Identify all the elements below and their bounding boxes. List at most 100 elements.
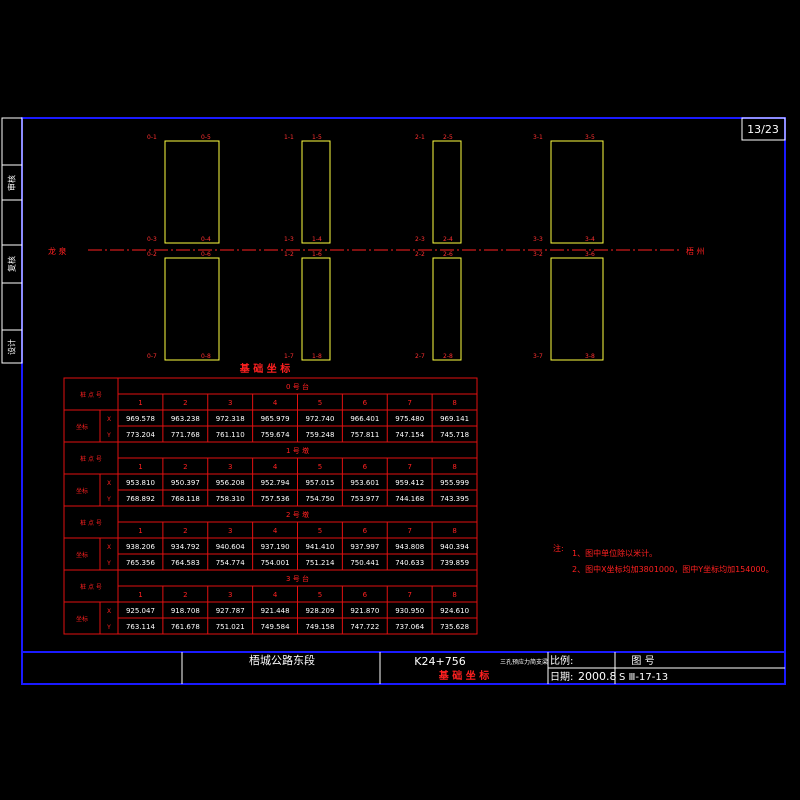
y-value: 739.859 [440, 559, 469, 567]
column-number: 4 [273, 591, 278, 599]
corner-label: 2-1 [415, 134, 425, 141]
title-block: 梧城公路东段 K24+756 三孔预应力简支梁 基 础 坐 标 比例: 日期: … [22, 651, 785, 684]
y-value: 773.204 [126, 431, 155, 439]
note-1: 1、图中单位除以米计。 [572, 548, 657, 558]
column-number: 8 [452, 527, 456, 535]
foundation-2: 2-1 2-5 2-3 2-4 2-2 2-6 2-7 2-8 [415, 134, 462, 361]
page-number: 13/23 [747, 123, 779, 136]
notes-label: 注: [553, 543, 564, 553]
corner-label: 3-3 [533, 236, 543, 243]
y-value: 758.310 [216, 495, 245, 503]
section-name: 3 号 台 [286, 574, 309, 583]
y-value: 740.633 [395, 559, 424, 567]
foundation-lower-block [550, 257, 604, 361]
column-number: 7 [407, 591, 411, 599]
axis-y-label: Y [106, 624, 111, 631]
x-value: 969.578 [126, 415, 155, 423]
corner-label: 1-6 [312, 251, 322, 258]
foundation-upper-block [432, 140, 462, 244]
x-value: 934.792 [171, 543, 200, 551]
x-value: 928.209 [305, 607, 334, 615]
x-value: 943.808 [395, 543, 424, 551]
x-value: 924.610 [440, 607, 469, 615]
y-value: 753.977 [350, 495, 379, 503]
foundation-upper-block [550, 140, 604, 244]
foundation-lower-block [432, 257, 462, 361]
x-value: 941.410 [305, 543, 334, 551]
y-value: 754.774 [216, 559, 245, 567]
column-number: 3 [228, 527, 232, 535]
x-value: 952.794 [261, 479, 290, 487]
side-label-check: 复核 [7, 256, 17, 272]
column-number: 3 [228, 463, 232, 471]
section-name: 2 号 墩 [286, 510, 309, 519]
column-number: 2 [183, 591, 187, 599]
scale-label: 比例: [550, 654, 573, 667]
binding-strip [1, 117, 23, 364]
table-section: 桩 点 号坐标 X Y 0 号 台 1 969.578 773.204 2 963.238 771… [64, 378, 477, 443]
x-value: 921.870 [350, 607, 379, 615]
station: K24+756 [414, 655, 465, 668]
drawing-sheet: 审核 复核 设计 13/23 龙 泉 梧 州 0-1 0-50-3 0-40-2 0-… [1, 117, 786, 685]
x-value: 927.787 [216, 607, 245, 615]
coord-header: 坐标 [76, 615, 88, 623]
corner-label: 3-4 [585, 236, 595, 243]
column-number: 7 [407, 399, 411, 407]
column-number: 1 [138, 399, 142, 407]
foundation-1: 1-1 1-5 1-3 1-4 1-2 1-6 1-7 1-8 [284, 134, 331, 361]
column-number: 1 [138, 463, 142, 471]
drawing-no-label: 图 号 [631, 655, 654, 667]
y-value: 735.628 [440, 623, 469, 631]
axis-x-label: X [107, 480, 111, 487]
column-number: 7 [407, 463, 411, 471]
left-direction-label: 龙 泉 [48, 246, 67, 256]
axis-y-label: Y [106, 496, 111, 503]
column-number: 8 [452, 591, 456, 599]
y-value: 744.168 [395, 495, 424, 503]
y-value: 743.395 [440, 495, 469, 503]
column-number: 1 [138, 527, 142, 535]
y-value: 745.718 [440, 431, 469, 439]
corner-label: 0-1 [147, 134, 157, 141]
column-number: 6 [363, 591, 368, 599]
y-value: 747.154 [395, 431, 424, 439]
axis-y-label: Y [106, 560, 111, 567]
coordinates-table: 桩 点 号坐标XY0 号 台1969.578773.2042963.238771… [63, 377, 478, 635]
x-value: 957.015 [305, 479, 334, 487]
column-number: 4 [273, 527, 278, 535]
x-value: 921.448 [261, 607, 290, 615]
section-name: 1 号 墩 [286, 446, 309, 455]
y-value: 737.064 [395, 623, 424, 631]
foundation-plan: 0-1 0-50-3 0-40-2 0-60-7 0-81-1 1-51-3 1-41-2 1… [147, 134, 604, 361]
foundation-upper-block [164, 140, 220, 244]
y-value: 764.583 [171, 559, 200, 567]
coord-header: 坐标 [76, 487, 88, 495]
note-2: 2、图中X坐标均加3801000，图中Y坐标均加154000。 [572, 564, 774, 574]
y-value: 768.892 [126, 495, 155, 503]
x-value: 955.999 [440, 479, 469, 487]
column-number: 8 [452, 463, 456, 471]
x-value: 937.997 [350, 543, 379, 551]
foundation-3: 3-1 3-5 3-3 3-4 3-2 3-6 3-7 3-8 [533, 134, 604, 361]
x-value: 965.979 [261, 415, 290, 423]
column-number: 6 [363, 463, 368, 471]
point-header: 桩 点 号 [80, 455, 102, 463]
bridge-type: 三孔预应力简支梁 [500, 658, 548, 666]
date-value: 2000.8 [578, 670, 617, 683]
corner-label: 0-6 [201, 251, 211, 258]
corner-label: 0-8 [201, 353, 211, 360]
side-label-review: 审核 [7, 175, 17, 191]
corner-label: 1-2 [284, 251, 294, 258]
axis-x-label: X [107, 416, 111, 423]
section-name: 0 号 台 [286, 382, 309, 391]
column-number: 3 [228, 399, 232, 407]
x-value: 966.401 [350, 415, 379, 423]
x-value: 972.318 [216, 415, 245, 423]
project-name: 梧城公路东段 [249, 653, 315, 667]
y-value: 747.722 [350, 623, 379, 631]
x-value: 975.480 [395, 415, 424, 423]
corner-label: 1-1 [284, 134, 294, 141]
column-number: 5 [318, 591, 322, 599]
column-number: 8 [452, 399, 456, 407]
corner-label: 3-6 [585, 251, 595, 258]
